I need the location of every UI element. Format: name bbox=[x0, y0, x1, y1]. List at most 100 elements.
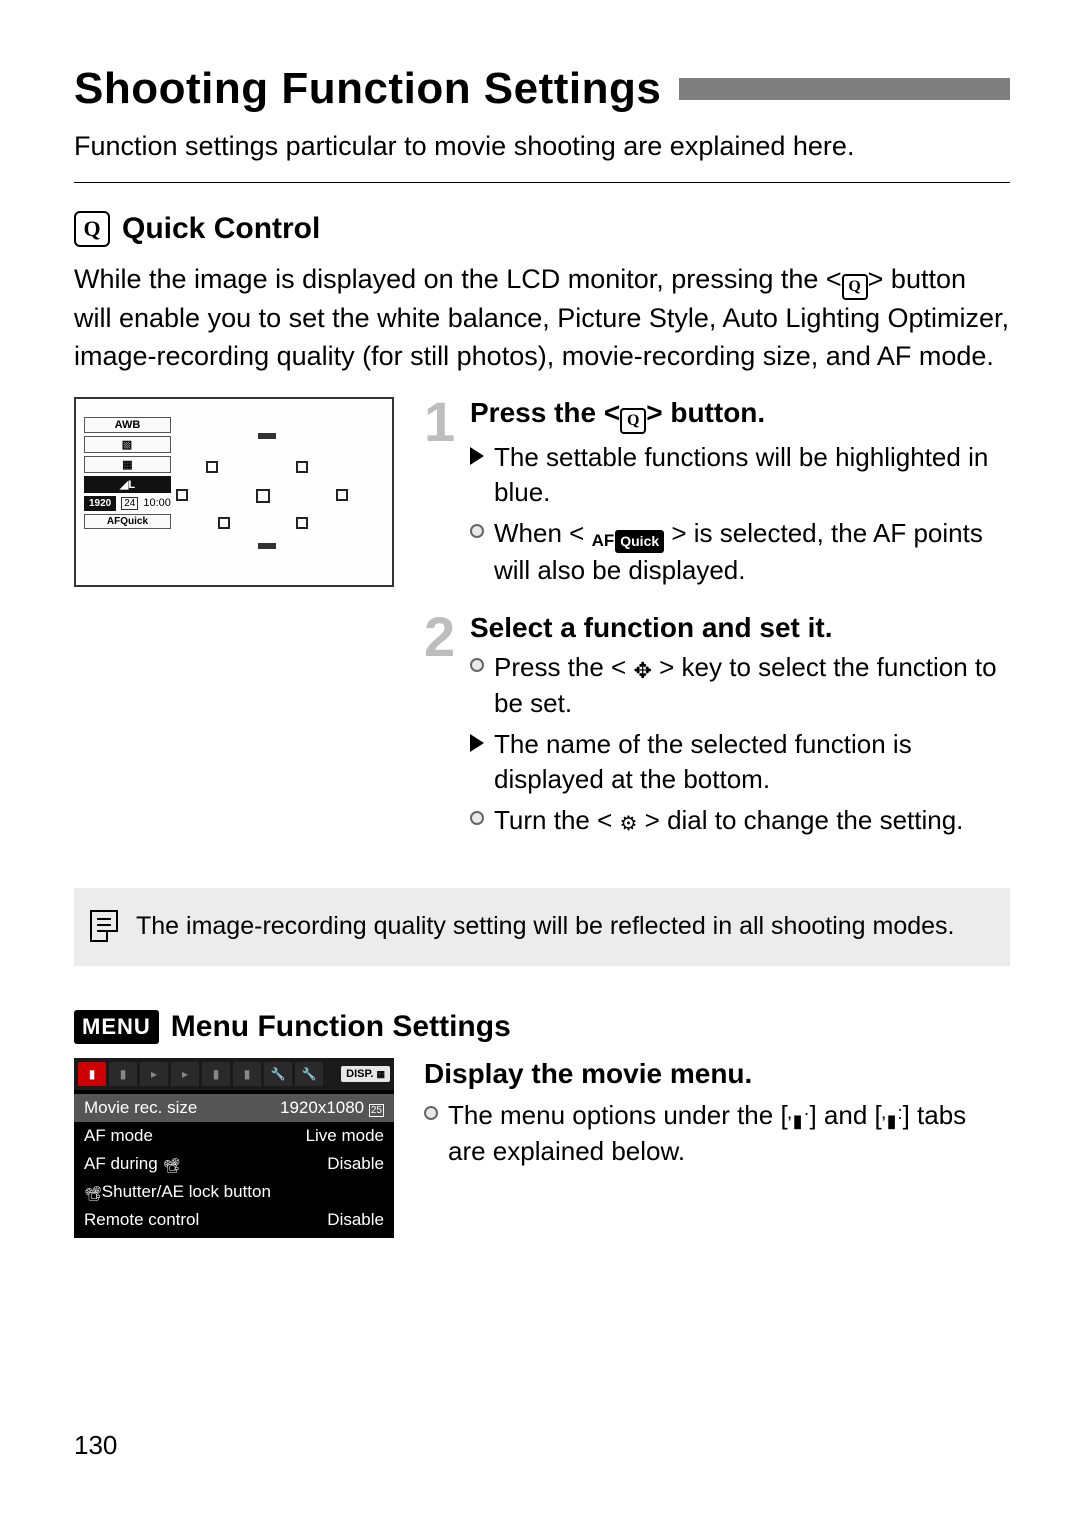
note-box: The image-recording quality setting will… bbox=[74, 888, 1010, 966]
menu-row: Remote control Disable bbox=[74, 1206, 394, 1234]
menu-row-value: Disable bbox=[327, 1210, 384, 1230]
step-heading: Select a function and set it. bbox=[470, 612, 1010, 644]
lcd-afmode: AFQuick bbox=[84, 514, 171, 529]
menu-tab-setup3: 🔧 bbox=[264, 1062, 292, 1086]
menu-row-label: 📽Shutter/AE lock button bbox=[84, 1182, 271, 1202]
steps-column: 1 Press the <Q> button. The settable fun… bbox=[424, 397, 1010, 862]
menu-row: 📽Shutter/AE lock button bbox=[74, 1178, 394, 1206]
step-heading: Press the <Q> button. bbox=[470, 397, 1010, 434]
q-icon: Q bbox=[74, 211, 110, 247]
menu-section-twocol: ▮ ▮ ▸ ▸ ▮ ▮ 🔧 🔧 DISP.▦ Movie rec. size 1… bbox=[74, 1058, 1010, 1238]
af-point bbox=[296, 461, 308, 473]
lcd-screenshot: AWB ▧ ▦ ◢L 1920 24 10:00 AFQuick bbox=[74, 397, 394, 587]
menu-row: AF mode Live mode bbox=[74, 1122, 394, 1150]
q-icon-inline: Q bbox=[620, 408, 646, 434]
lcd-fps: 24 bbox=[121, 497, 138, 510]
af-point bbox=[296, 517, 308, 529]
lcd-quality: ◢L bbox=[84, 476, 171, 493]
disc-bullet-icon bbox=[470, 524, 484, 538]
step-item: When < AFQuick > is selected, the AF poi… bbox=[470, 516, 1010, 588]
menu-text-item: The menu options under the [’▮·] and [’▮… bbox=[424, 1098, 1010, 1169]
quick-control-body: While the image is displayed on the LCD … bbox=[74, 261, 1010, 375]
step-head-before: Press the < bbox=[470, 397, 620, 428]
menu-tab-custom: 🔧 bbox=[295, 1062, 323, 1086]
step-2: 2 Select a function and set it. Press th… bbox=[424, 612, 1010, 844]
main-dial-icon: ⚙ bbox=[620, 811, 638, 838]
menu-row-label: AF during 📽 bbox=[84, 1154, 180, 1174]
movie-tab1-icon: ’▮· bbox=[788, 1109, 810, 1133]
step-item: Turn the < ⚙ > dial to change the settin… bbox=[470, 803, 1010, 838]
step-item: The settable functions will be highlight… bbox=[470, 440, 1010, 510]
af-bar bbox=[258, 433, 276, 439]
disc-bullet-icon bbox=[424, 1106, 438, 1120]
menu-text: The menu options under the [’▮·] and [’▮… bbox=[448, 1098, 1010, 1169]
lcd-rec-size: 1920 bbox=[84, 496, 116, 511]
step-item-text: Turn the < ⚙ > dial to change the settin… bbox=[494, 803, 963, 838]
af-point-center bbox=[256, 489, 270, 503]
triangle-bullet-icon bbox=[470, 447, 484, 465]
lcd-pstyle: ▧ bbox=[84, 436, 171, 453]
triangle-bullet-icon bbox=[470, 734, 484, 752]
menu-row-label: Movie rec. size bbox=[84, 1098, 197, 1118]
step-item-text: When < AFQuick > is selected, the AF poi… bbox=[494, 516, 1010, 588]
menu-row-label: AF mode bbox=[84, 1126, 153, 1146]
disc-bullet-icon bbox=[470, 658, 484, 672]
step-item-text: The name of the selected function is dis… bbox=[494, 727, 1010, 797]
menu-tab-play2: ▸ bbox=[171, 1062, 199, 1086]
movie-camera-icon: 📽 bbox=[162, 1157, 180, 1174]
step-body: Select a function and set it. Press the … bbox=[470, 612, 1010, 844]
step-head-after: > button. bbox=[646, 397, 765, 428]
menu-tabs: ▮ ▮ ▸ ▸ ▮ ▮ 🔧 🔧 DISP.▦ bbox=[74, 1058, 394, 1090]
step-item-text: The settable functions will be highlight… bbox=[494, 440, 1010, 510]
step-number: 1 bbox=[424, 397, 460, 594]
af-point bbox=[206, 461, 218, 473]
intro-text: Function settings particular to movie sh… bbox=[74, 128, 1010, 164]
menu-tab-play1: ▸ bbox=[140, 1062, 168, 1086]
step-number: 2 bbox=[424, 612, 460, 844]
af-point bbox=[176, 489, 188, 501]
step-1: 1 Press the <Q> button. The settable fun… bbox=[424, 397, 1010, 594]
q-icon-inline: Q bbox=[842, 274, 868, 300]
page-title: Shooting Function Settings bbox=[74, 64, 661, 114]
title-row: Shooting Function Settings bbox=[74, 64, 1010, 114]
lcd-awb: AWB bbox=[84, 417, 171, 433]
menu-disp-badge: DISP.▦ bbox=[341, 1066, 390, 1082]
note-icon bbox=[90, 910, 118, 942]
manual-page: Shooting Function Settings Function sett… bbox=[0, 0, 1080, 1521]
page-number: 130 bbox=[74, 1430, 117, 1461]
menu-row: Movie rec. size 1920x1080 25 bbox=[74, 1094, 394, 1122]
qc-body-before: While the image is displayed on the LCD … bbox=[74, 264, 842, 294]
note-text: The image-recording quality setting will… bbox=[136, 910, 954, 944]
menu-screenshot: ▮ ▮ ▸ ▸ ▮ ▮ 🔧 🔧 DISP.▦ Movie rec. size 1… bbox=[74, 1058, 394, 1238]
menu-row-value: 1920x1080 25 bbox=[280, 1098, 384, 1118]
step-list: The settable functions will be highlight… bbox=[470, 440, 1010, 588]
quick-control-heading: Q Quick Control bbox=[74, 211, 1010, 247]
menu-row-value: Live mode bbox=[306, 1126, 384, 1146]
display-movie-menu-heading: Display the movie menu. bbox=[424, 1058, 1010, 1090]
title-bar bbox=[679, 78, 1010, 100]
step-item: The name of the selected function is dis… bbox=[470, 727, 1010, 797]
fps-icon: 25 bbox=[369, 1104, 384, 1117]
menu-section-heading: MENU Menu Function Settings bbox=[74, 1010, 1010, 1044]
menu-tab-setup1: ▮ bbox=[202, 1062, 230, 1086]
divider bbox=[74, 182, 1010, 183]
step-list: Press the < ✥ > key to select the functi… bbox=[470, 650, 1010, 838]
lcd-left-stack: AWB ▧ ▦ ◢L 1920 24 10:00 AFQuick bbox=[84, 417, 171, 529]
lcd-time: 10:00 bbox=[143, 497, 171, 509]
menu-row-label: Remote control bbox=[84, 1210, 199, 1230]
lcd-af-grid bbox=[176, 429, 376, 549]
af-bar bbox=[258, 543, 276, 549]
afquick-icon: AFQuick bbox=[592, 530, 665, 553]
menu-row: AF during 📽 Disable bbox=[74, 1150, 394, 1178]
lcd-alo: ▦ bbox=[84, 456, 171, 473]
menu-body: Movie rec. size 1920x1080 25 AF mode Liv… bbox=[74, 1090, 394, 1238]
menu-right-column: Display the movie menu. The menu options… bbox=[424, 1058, 1010, 1175]
menu-row-value: Disable bbox=[327, 1154, 384, 1174]
menu-tab-setup2: ▮ bbox=[233, 1062, 261, 1086]
quick-control-twocol: AWB ▧ ▦ ◢L 1920 24 10:00 AFQuick bbox=[74, 397, 1010, 862]
movie-tab2-icon: ’▮: bbox=[882, 1109, 903, 1133]
movie-camera-icon: 📽 bbox=[84, 1185, 102, 1202]
quick-control-label: Quick Control bbox=[122, 212, 320, 246]
menu-tab-movie1: ▮ bbox=[78, 1062, 106, 1086]
af-point bbox=[218, 517, 230, 529]
